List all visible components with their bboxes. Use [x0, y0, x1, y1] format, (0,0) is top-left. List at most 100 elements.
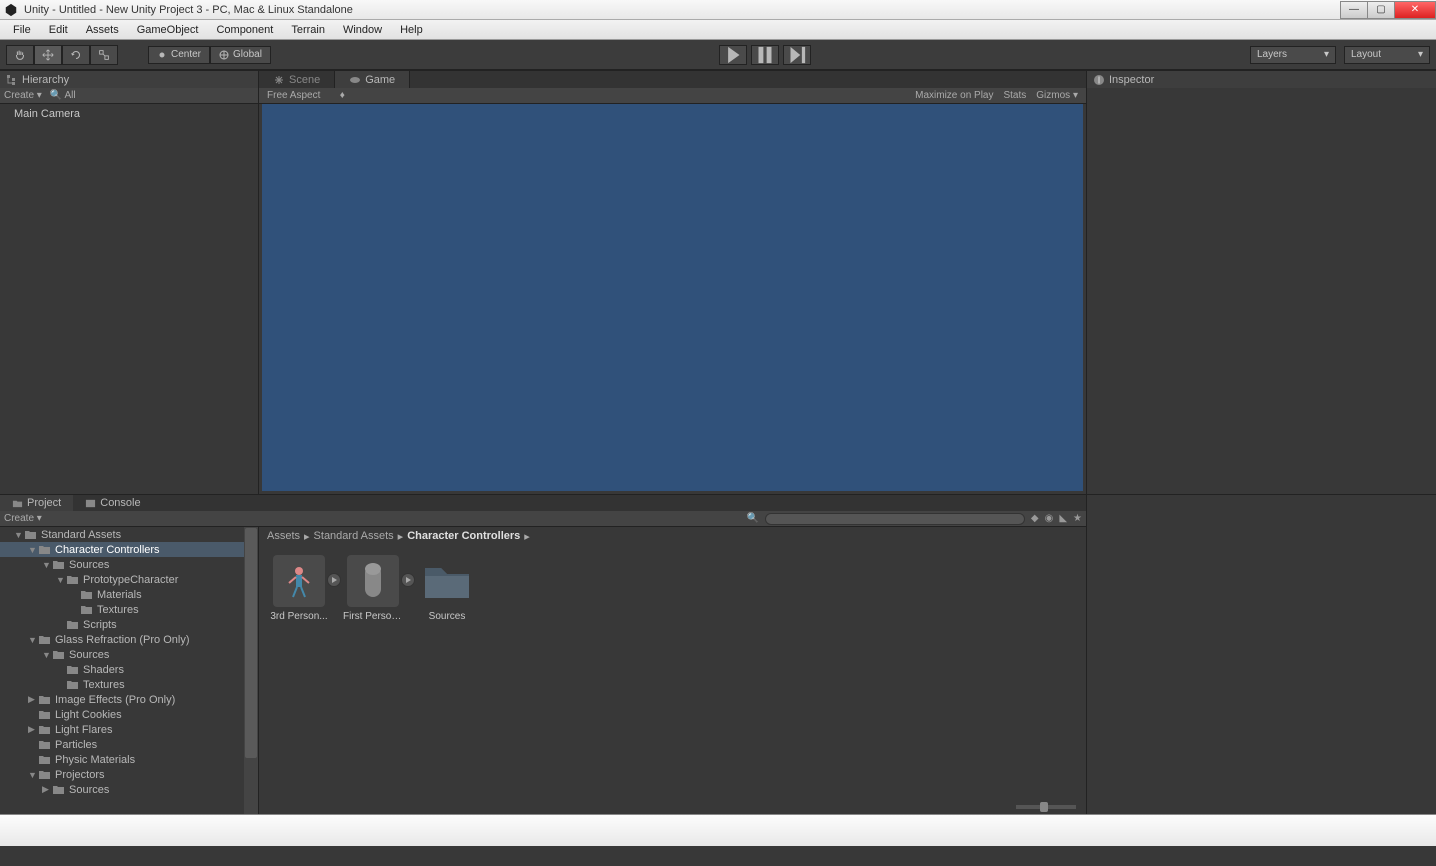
menu-terrain[interactable]: Terrain — [282, 24, 334, 36]
project-tab[interactable]: Project — [0, 495, 73, 511]
folder-icon — [52, 784, 65, 795]
tree-arrow-icon[interactable]: ▶ — [42, 784, 52, 795]
scene-tab[interactable]: Scene — [259, 71, 335, 88]
favorite-icon[interactable]: ★ — [1073, 513, 1082, 524]
zoom-slider[interactable] — [259, 800, 1086, 814]
tree-item-label: Glass Refraction (Pro Only) — [55, 634, 189, 646]
tree-arrow-icon[interactable]: ▼ — [28, 545, 38, 555]
tree-arrow-icon[interactable]: ▼ — [28, 635, 38, 645]
menu-window[interactable]: Window — [334, 24, 391, 36]
game-view — [259, 104, 1086, 494]
tree-item-particles[interactable]: Particles — [0, 737, 258, 752]
game-tab[interactable]: Game — [335, 71, 410, 88]
asset-play-button[interactable] — [327, 573, 341, 587]
tree-item-label: Physic Materials — [55, 754, 135, 766]
tree-arrow-icon[interactable]: ▼ — [42, 650, 52, 660]
asset-grid: 3rd Person...First Person...Sources — [259, 545, 1086, 800]
menu-component[interactable]: Component — [207, 24, 282, 36]
rotate-tool-button[interactable] — [62, 45, 90, 65]
asset-play-button[interactable] — [401, 573, 415, 587]
filter-icon[interactable]: ◆ — [1031, 513, 1039, 524]
tree-item-glass-refraction-pro-only-[interactable]: ▼ Glass Refraction (Pro Only) — [0, 632, 258, 647]
breadcrumb-assets[interactable]: Assets — [267, 530, 300, 542]
maximize-on-play-toggle[interactable]: Maximize on Play — [915, 90, 993, 101]
tree-item-label: Standard Assets — [41, 529, 121, 541]
inspector-tab[interactable]: i Inspector — [1087, 70, 1436, 88]
scene-game-panel: Scene Game Free Aspect ♦ Maximize on Pla… — [259, 70, 1086, 494]
menu-edit[interactable]: Edit — [40, 24, 77, 36]
pivot-center-button[interactable]: Center — [148, 46, 210, 64]
game-canvas[interactable] — [262, 104, 1083, 491]
aspect-dropdown[interactable]: Free Aspect ♦ — [267, 90, 345, 101]
tree-item-light-cookies[interactable]: Light Cookies — [0, 707, 258, 722]
pause-button[interactable] — [751, 45, 779, 65]
tree-item-scripts[interactable]: Scripts — [0, 617, 258, 632]
tree-item-projectors[interactable]: ▼Projectors — [0, 767, 258, 782]
move-tool-button[interactable] — [34, 45, 62, 65]
unity-logo-icon — [4, 3, 18, 17]
stats-toggle[interactable]: Stats — [1003, 90, 1026, 101]
tree-item-label: Light Flares — [55, 724, 112, 736]
breadcrumb: Assets▸ Standard Assets▸ Character Contr… — [259, 527, 1086, 545]
tree-item-label: Textures — [83, 679, 125, 691]
step-button[interactable] — [783, 45, 811, 65]
gizmos-dropdown[interactable]: Gizmos ▾ — [1036, 90, 1078, 101]
project-search-input[interactable] — [765, 513, 1025, 525]
tree-item-label: Sources — [69, 649, 109, 661]
tree-item-character-controllers[interactable]: ▼Character Controllers — [0, 542, 258, 557]
tree-item-label: Materials — [97, 589, 142, 601]
tree-arrow-icon[interactable]: ▶ — [28, 694, 38, 705]
folder-icon — [52, 559, 65, 570]
layout-dropdown[interactable]: Layout▾ — [1344, 46, 1430, 64]
asset-sources[interactable]: Sources — [417, 555, 477, 622]
console-tab[interactable]: Console — [73, 495, 152, 511]
minimize-button[interactable]: — — [1340, 1, 1368, 19]
pivot-global-button[interactable]: Global — [210, 46, 271, 64]
layers-dropdown[interactable]: Layers▾ — [1250, 46, 1336, 64]
hierarchy-search[interactable]: 🔍 All — [50, 90, 76, 101]
hand-tool-button[interactable] — [6, 45, 34, 65]
tree-item-textures[interactable]: Textures — [0, 602, 258, 617]
tree-arrow-icon[interactable]: ▶ — [28, 724, 38, 735]
menu-gameobject[interactable]: GameObject — [128, 24, 208, 36]
tree-scrollbar[interactable] — [244, 527, 258, 814]
tree-item-sources[interactable]: ▼Sources — [0, 557, 258, 572]
tree-item-sources[interactable]: ▼ Sources — [0, 647, 258, 662]
menu-file[interactable]: File — [4, 24, 40, 36]
asset-3rd-person-[interactable]: 3rd Person... — [269, 555, 329, 622]
scale-tool-button[interactable] — [90, 45, 118, 65]
tree-item-standard-assets[interactable]: ▼ Standard Assets — [0, 527, 258, 542]
filter-label-icon[interactable]: ◉ — [1045, 513, 1054, 524]
play-button[interactable] — [719, 45, 747, 65]
hierarchy-item-main-camera[interactable]: Main Camera — [0, 106, 258, 122]
close-button[interactable]: ✕ — [1394, 1, 1436, 19]
tree-item-materials[interactable]: Materials — [0, 587, 258, 602]
tree-item-textures[interactable]: Textures — [0, 677, 258, 692]
asset-first-person-[interactable]: First Person... — [343, 555, 403, 622]
menu-assets[interactable]: Assets — [77, 24, 128, 36]
play-icon — [330, 576, 338, 584]
breadcrumb-character-controllers[interactable]: Character Controllers — [407, 530, 520, 542]
project-create-button[interactable]: Create ▾ — [4, 513, 42, 524]
tree-item-physic-materials[interactable]: Physic Materials — [0, 752, 258, 767]
hand-icon — [13, 48, 27, 62]
menu-help[interactable]: Help — [391, 24, 432, 36]
maximize-button[interactable]: ▢ — [1367, 1, 1395, 19]
hierarchy-create-button[interactable]: Create ▾ — [4, 90, 42, 101]
filter-type-icon[interactable]: ◣ — [1059, 513, 1067, 524]
folder-icon — [66, 679, 79, 690]
taskbar — [0, 814, 1436, 846]
tree-item-prototypecharacter[interactable]: ▼PrototypeCharacter — [0, 572, 258, 587]
tree-arrow-icon[interactable]: ▼ — [56, 575, 66, 585]
tree-item-image-effects-pro-only-[interactable]: ▶Image Effects (Pro Only) — [0, 692, 258, 707]
tree-item-shaders[interactable]: Shaders — [0, 662, 258, 677]
tree-arrow-icon[interactable]: ▼ — [42, 560, 52, 570]
tree-item-sources[interactable]: ▶Sources — [0, 782, 258, 797]
capsule-prefab-icon — [353, 557, 393, 605]
tree-arrow-icon[interactable]: ▼ — [14, 530, 24, 540]
hierarchy-tab[interactable]: Hierarchy — [0, 70, 258, 88]
tree-item-light-flares[interactable]: ▶ Light Flares — [0, 722, 258, 737]
tree-arrow-icon[interactable]: ▼ — [28, 770, 38, 780]
svg-text:i: i — [1098, 76, 1100, 85]
breadcrumb-standard-assets[interactable]: Standard Assets — [314, 530, 394, 542]
